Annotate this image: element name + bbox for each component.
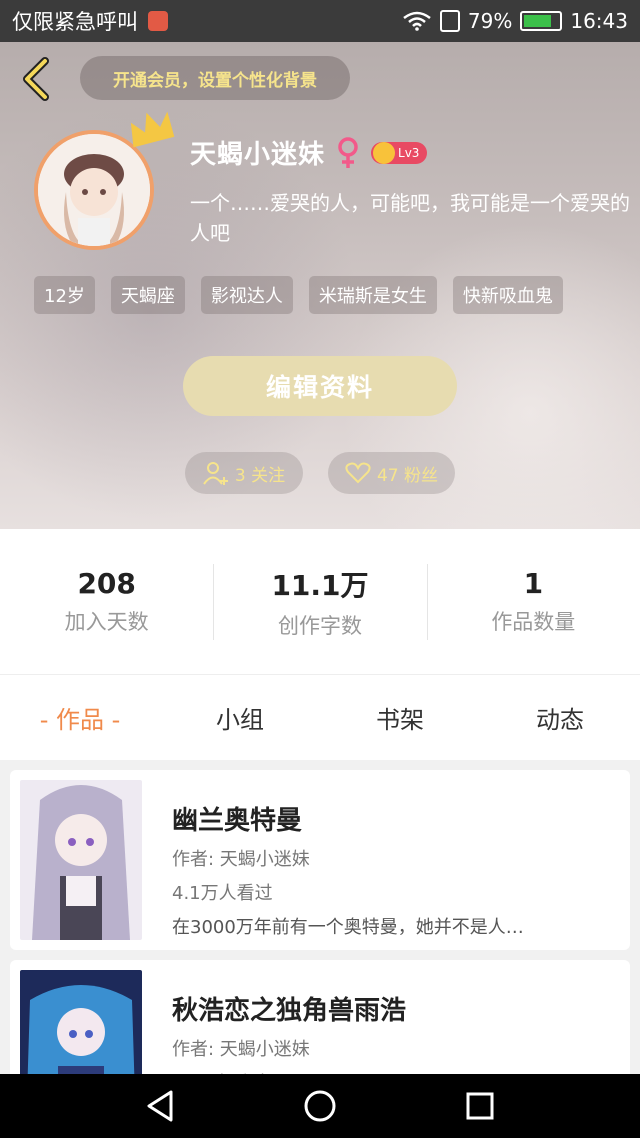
chevron-left-icon <box>23 57 49 101</box>
nav-recents-button[interactable] <box>458 1084 502 1128</box>
heart-icon <box>345 462 371 484</box>
tab-groups[interactable]: 小组 <box>160 700 320 735</box>
following-button[interactable]: 3 关注 <box>185 452 303 494</box>
user-name: 天蝎小迷妹 <box>190 140 326 170</box>
work-info: 幽兰奥特曼 作者: 天蝎小迷妹 4.1万人看过 在3000万年前有一个奥特曼，她… <box>172 780 602 940</box>
work-author: 作者: 天蝎小迷妹 <box>172 849 310 870</box>
level-badge: Lv3 <box>371 141 428 164</box>
work-views: 4.1万人看过 <box>172 883 273 904</box>
tag[interactable]: 快新吸血鬼 <box>452 276 563 314</box>
nav-home-button[interactable] <box>298 1084 342 1128</box>
tag[interactable]: 米瑞斯是女生 <box>308 276 437 314</box>
status-left: 仅限紧急呼叫 <box>12 6 168 36</box>
edit-profile-button[interactable]: 编辑资料 <box>183 356 457 416</box>
tag[interactable]: 影视达人 <box>200 276 293 314</box>
tab-activity[interactable]: 动态 <box>480 700 640 735</box>
level-crown-icon <box>373 141 396 164</box>
sim-icon <box>439 10 460 32</box>
female-icon <box>338 136 358 168</box>
back-button[interactable] <box>16 56 56 102</box>
clock: 16:43 <box>570 9 628 33</box>
system-nav-bar <box>0 1074 640 1138</box>
stat-value: 1 <box>523 567 544 600</box>
stat-value: 11.1万 <box>271 568 369 602</box>
work-card[interactable]: 幽兰奥特曼 作者: 天蝎小迷妹 4.1万人看过 在3000万年前有一个奥特曼，她… <box>10 770 630 950</box>
following-label: 3 关注 <box>234 465 286 486</box>
notification-icon <box>148 11 168 31</box>
triangle-back-icon <box>147 1090 173 1122</box>
user-bio: 一个……爱哭的人，可能吧，我可能是一个爱哭的人吧 <box>190 191 630 245</box>
carrier-text: 仅限紧急呼叫 <box>12 10 138 34</box>
work-description: 在3000万年前有一个奥特曼，她并不是人… <box>172 917 524 938</box>
stat-works: 1 作品数量 <box>426 563 640 640</box>
profile-screen: 仅限紧急呼叫 79% 16:43 开通会员，设置个性化背景 天蝎小迷妹 Lv3 … <box>0 0 640 1138</box>
followers-label: 47 粉丝 <box>376 465 439 486</box>
stat-words: 11.1万 创作字数 <box>213 563 426 640</box>
tag[interactable]: 12岁 <box>34 276 95 314</box>
tab-works[interactable]: - 作品 - <box>0 700 160 735</box>
wifi-icon <box>403 11 431 31</box>
work-title: 幽兰奥特曼 <box>172 806 303 836</box>
tag[interactable]: 天蝎座 <box>110 276 185 314</box>
square-recents-icon <box>466 1092 494 1120</box>
battery-icon <box>520 11 563 31</box>
crown-icon <box>130 111 175 148</box>
status-right: 79% 16:43 <box>402 9 628 33</box>
stat-label: 作品数量 <box>491 610 576 634</box>
status-bar: 仅限紧急呼叫 79% 16:43 <box>0 0 640 42</box>
level-text: Lv3 <box>398 145 420 160</box>
stats-bar: 208 加入天数 11.1万 创作字数 1 作品数量 <box>0 529 640 674</box>
user-plus-icon <box>203 462 228 485</box>
battery-percent: 79% <box>467 9 513 33</box>
tab-bookshelf[interactable]: 书架 <box>320 700 480 735</box>
work-cover <box>20 780 142 940</box>
user-name-row: 天蝎小迷妹 Lv3 <box>190 134 428 171</box>
profile-tabs: - 作品 - 小组 书架 动态 <box>0 674 640 760</box>
nav-back-button[interactable] <box>138 1084 182 1128</box>
work-author: 作者: 天蝎小迷妹 <box>172 1039 310 1060</box>
stat-value: 208 <box>77 567 136 600</box>
followers-button[interactable]: 47 粉丝 <box>328 452 455 494</box>
tag-list: 12岁 天蝎座 影视达人 米瑞斯是女生 快新吸血鬼 <box>34 276 563 314</box>
work-title: 秋浩恋之独角兽雨浩 <box>172 996 407 1026</box>
circle-home-icon <box>304 1090 336 1122</box>
stat-label: 创作字数 <box>277 613 362 638</box>
profile-header: 开通会员，设置个性化背景 天蝎小迷妹 Lv3 一个……爱哭的人，可能吧，我可能是… <box>0 42 640 529</box>
stat-days: 208 加入天数 <box>0 564 213 640</box>
vip-banner[interactable]: 开通会员，设置个性化背景 <box>80 56 350 100</box>
stat-label: 加入天数 <box>64 610 149 634</box>
